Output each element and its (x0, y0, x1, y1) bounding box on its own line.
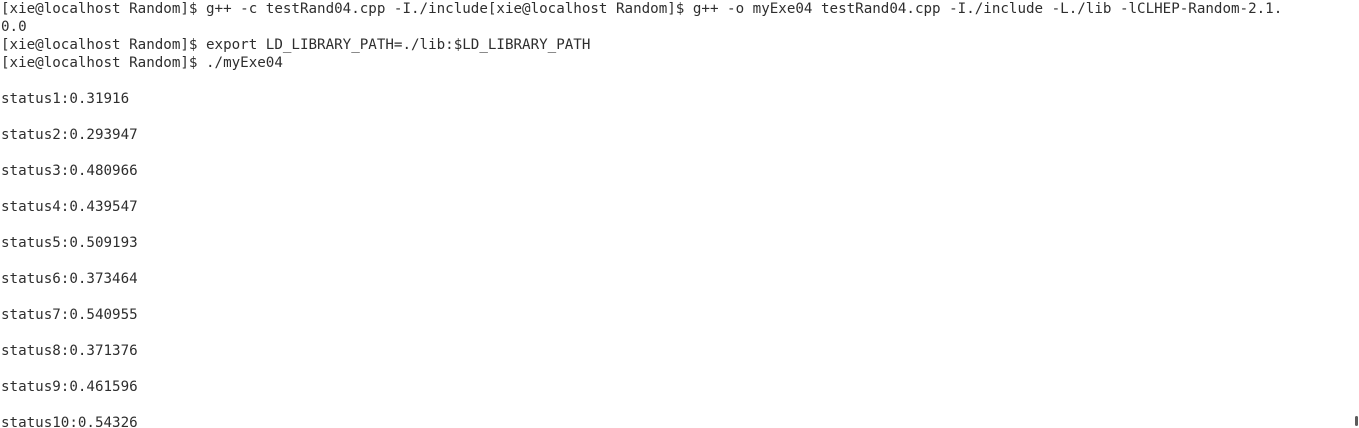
scrollbar[interactable] (1352, 0, 1359, 428)
output-line: status10:0.54326 (1, 415, 138, 428)
output-line: status7:0.540955 (1, 307, 138, 323)
terminal-line: [xie@localhost Random]$ ./myExe04 (1, 55, 283, 71)
terminal-line: [xie@localhost Random]$ export LD_LIBRAR… (1, 37, 591, 53)
terminal-line: [xie@localhost Random]$ g++ -c testRand0… (1, 1, 1283, 17)
output-line: status2:0.293947 (1, 127, 138, 143)
output-line: status3:0.480966 (1, 163, 138, 179)
output-line: status5:0.509193 (1, 235, 138, 251)
output-line: status8:0.371376 (1, 343, 138, 359)
terminal-line: 0.0 (1, 19, 27, 35)
output-line: status6:0.373464 (1, 271, 138, 287)
terminal-window[interactable]: [xie@localhost Random]$ g++ -c testRand0… (0, 0, 1352, 428)
output-line: status9:0.461596 (1, 379, 138, 395)
output-line: status4:0.439547 (1, 199, 138, 215)
scrollbar-thumb[interactable] (1355, 416, 1358, 426)
output-line: status1:0.31916 (1, 91, 130, 107)
